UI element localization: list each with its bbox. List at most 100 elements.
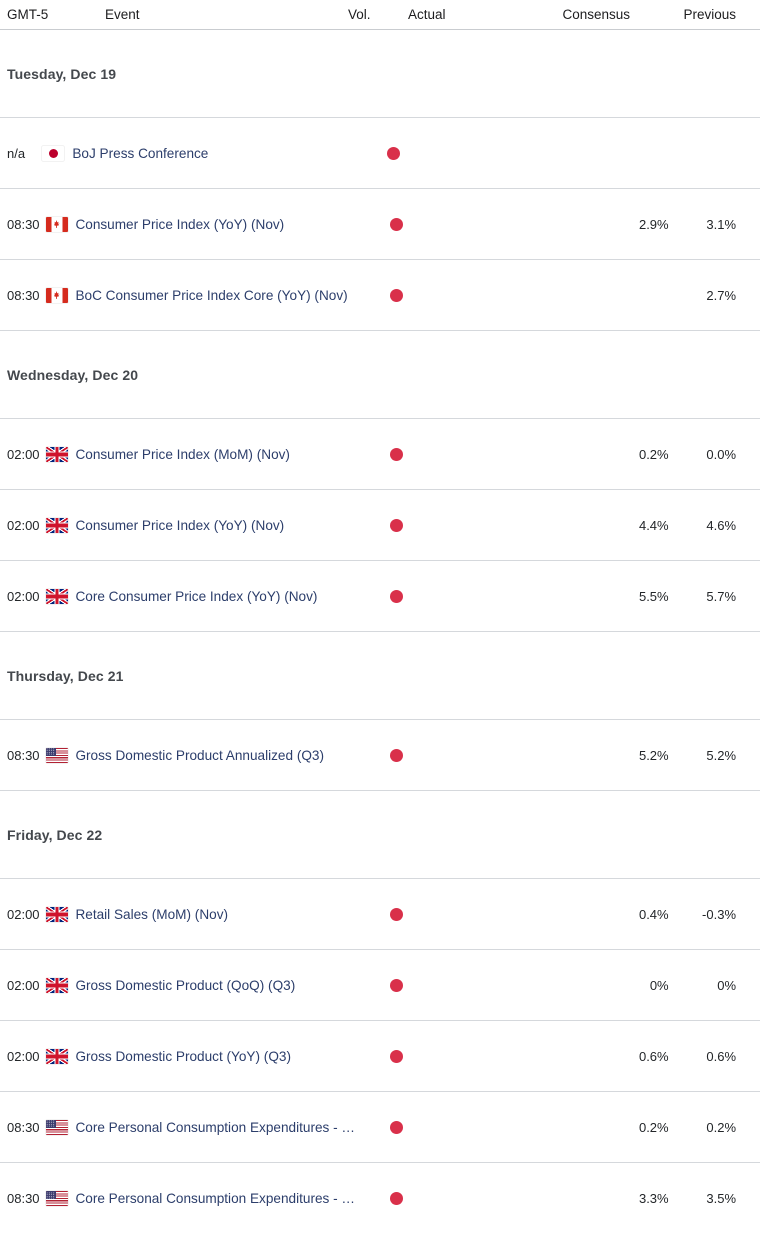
event-name-link[interactable]: Core Consumer Price Index (YoY) (Nov) bbox=[75, 589, 317, 604]
consensus-value: 3.3% bbox=[638, 1191, 669, 1206]
united-kingdom-flag bbox=[45, 977, 68, 993]
previous-value: 0.6% bbox=[706, 1048, 737, 1064]
column-header-actual: Actual bbox=[408, 7, 446, 22]
column-header-previous: Previous bbox=[683, 7, 736, 22]
volatility-dot-icon bbox=[389, 1120, 403, 1134]
united-states-flag bbox=[45, 1191, 68, 1206]
table-row[interactable]: 08:30 Core Personal Consumption Expenditu… bbox=[0, 1092, 760, 1163]
day-heading-row: Friday, Dec 22 bbox=[0, 791, 760, 879]
volatility-indicator[interactable] bbox=[387, 978, 405, 992]
day-heading-label: Thursday, Dec 21 bbox=[7, 667, 124, 684]
column-header-timezone: GMT-5 bbox=[7, 7, 49, 22]
event-and-volatility-group: Gross Domestic Product (QoQ) (Q3) bbox=[75, 978, 405, 993]
event-time: 02:00 bbox=[7, 906, 40, 922]
event-name-link[interactable]: BoJ Press Conference bbox=[72, 146, 208, 161]
event-name-link[interactable]: Gross Domestic Product (QoQ) (Q3) bbox=[75, 978, 295, 993]
table-row[interactable]: 02:00 Core Consumer Price Index (YoY) (No… bbox=[0, 561, 760, 632]
country-flag-cell bbox=[40, 1048, 76, 1064]
event-and-volatility-group: Consumer Price Index (MoM) (Nov) bbox=[75, 447, 405, 462]
country-flag-cell bbox=[40, 977, 76, 993]
volatility-indicator[interactable] bbox=[387, 748, 405, 762]
united-states-flag bbox=[45, 1119, 68, 1135]
consensus-value: 0.4% bbox=[638, 906, 669, 922]
volatility-dot-icon bbox=[389, 907, 403, 921]
event-name-link[interactable]: Core Personal Consumption Expenditures -… bbox=[75, 1120, 355, 1135]
volatility-dot-icon bbox=[389, 1192, 403, 1205]
event-time: 08:30 bbox=[7, 747, 40, 763]
volatility-indicator[interactable] bbox=[387, 288, 405, 302]
day-heading-row: Tuesday, Dec 19 bbox=[0, 30, 760, 118]
table-row[interactable]: 02:00 Retail Sales (MoM) (Nov) 0.4% -0.3% bbox=[0, 879, 760, 950]
previous-value: 0% bbox=[717, 977, 737, 993]
united-kingdom-flag bbox=[45, 588, 68, 604]
table-row[interactable]: 02:00 Consumer Price Index (MoM) (Nov) 0.2… bbox=[0, 419, 760, 490]
day-heading-label: Friday, Dec 22 bbox=[7, 826, 103, 843]
event-name-link[interactable]: Core Personal Consumption Expenditures -… bbox=[75, 1191, 355, 1206]
consensus-value: 5.5% bbox=[638, 588, 669, 604]
column-header-event: Event bbox=[105, 7, 140, 22]
event-name-link[interactable]: Consumer Price Index (YoY) (Nov) bbox=[75, 217, 284, 232]
volatility-indicator[interactable] bbox=[387, 518, 405, 532]
table-row[interactable]: n/a BoJ Press Conference bbox=[0, 118, 760, 189]
day-heading-row: Wednesday, Dec 20 bbox=[0, 331, 760, 419]
volatility-indicator[interactable] bbox=[387, 1049, 405, 1063]
event-and-volatility-group: Consumer Price Index (YoY) (Nov) bbox=[75, 217, 405, 232]
previous-value: 0.2% bbox=[706, 1119, 737, 1135]
volatility-dot-icon bbox=[389, 288, 403, 302]
table-row[interactable]: 08:30 Consumer Price Index (YoY) (Nov) 2.9… bbox=[0, 189, 760, 260]
united-states-flag bbox=[45, 747, 68, 763]
previous-value: 3.1% bbox=[706, 216, 737, 232]
volatility-indicator[interactable] bbox=[387, 1120, 405, 1134]
event-and-volatility-group: Gross Domestic Product (YoY) (Q3) bbox=[75, 1049, 405, 1064]
event-name-link[interactable]: Consumer Price Index (MoM) (Nov) bbox=[75, 447, 290, 462]
volatility-dot-icon bbox=[386, 146, 400, 160]
japan-flag bbox=[42, 145, 65, 161]
event-time: 02:00 bbox=[7, 977, 40, 993]
country-flag-cell bbox=[40, 287, 76, 303]
volatility-indicator[interactable] bbox=[387, 217, 405, 231]
consensus-value: 2.9% bbox=[638, 216, 669, 232]
country-flag-cell bbox=[40, 517, 76, 533]
previous-value: 4.6% bbox=[706, 517, 737, 533]
day-heading-row: Thursday, Dec 21 bbox=[0, 632, 760, 720]
volatility-indicator[interactable] bbox=[387, 1192, 405, 1205]
consensus-value: 0.2% bbox=[638, 446, 669, 462]
volatility-indicator[interactable] bbox=[387, 589, 405, 603]
consensus-value: 4.4% bbox=[638, 517, 669, 533]
volatility-indicator[interactable] bbox=[384, 146, 402, 160]
event-and-volatility-group: BoJ Press Conference bbox=[72, 146, 402, 161]
event-name-link[interactable]: Gross Domestic Product (YoY) (Q3) bbox=[75, 1049, 291, 1064]
column-header-volatility: Vol. bbox=[348, 7, 371, 22]
table-row[interactable]: 08:30 Gross Domestic Product Annualized (… bbox=[0, 720, 760, 791]
table-row[interactable]: 02:00 Gross Domestic Product (YoY) (Q3) 0.… bbox=[0, 1021, 760, 1092]
event-name-link[interactable]: Gross Domestic Product Annualized (Q3) bbox=[75, 748, 324, 763]
event-name-link[interactable]: Consumer Price Index (YoY) (Nov) bbox=[75, 518, 284, 533]
event-time: 02:00 bbox=[7, 517, 40, 533]
country-flag-cell bbox=[40, 1191, 76, 1206]
event-name-link[interactable]: Retail Sales (MoM) (Nov) bbox=[75, 907, 228, 922]
consensus-value: 0.2% bbox=[638, 1119, 669, 1135]
country-flag-cell bbox=[40, 446, 76, 462]
volatility-indicator[interactable] bbox=[387, 447, 405, 461]
calendar-body: Tuesday, Dec 19 n/a BoJ Press Conference 08… bbox=[0, 30, 760, 1234]
volatility-dot-icon bbox=[389, 748, 403, 762]
event-time: 08:30 bbox=[7, 287, 40, 303]
united-kingdom-flag bbox=[45, 1048, 68, 1064]
calendar-header-row: GMT-5 Event Vol. Actual Consensus Previo… bbox=[0, 0, 760, 30]
table-row[interactable]: 02:00 Consumer Price Index (YoY) (Nov) 4.4… bbox=[0, 490, 760, 561]
previous-value: 2.7% bbox=[706, 287, 737, 303]
previous-value: -0.3% bbox=[702, 906, 737, 922]
event-and-volatility-group: Consumer Price Index (YoY) (Nov) bbox=[75, 518, 405, 533]
event-time: n/a bbox=[7, 145, 26, 161]
event-name-link[interactable]: BoC Consumer Price Index Core (YoY) (Nov… bbox=[75, 288, 347, 303]
event-time: 02:00 bbox=[7, 446, 40, 462]
table-row[interactable]: 08:30 Core Personal Consumption Expenditu… bbox=[0, 1163, 760, 1234]
canada-flag bbox=[45, 216, 68, 232]
volatility-dot-icon bbox=[389, 518, 403, 532]
volatility-indicator[interactable] bbox=[387, 907, 405, 921]
event-time: 08:30 bbox=[7, 1119, 40, 1135]
country-flag-cell bbox=[36, 145, 72, 161]
table-row[interactable]: 08:30 BoC Consumer Price Index Core (YoY)… bbox=[0, 260, 760, 331]
table-row[interactable]: 02:00 Gross Domestic Product (QoQ) (Q3) 0%… bbox=[0, 950, 760, 1021]
previous-value: 3.5% bbox=[706, 1191, 737, 1206]
